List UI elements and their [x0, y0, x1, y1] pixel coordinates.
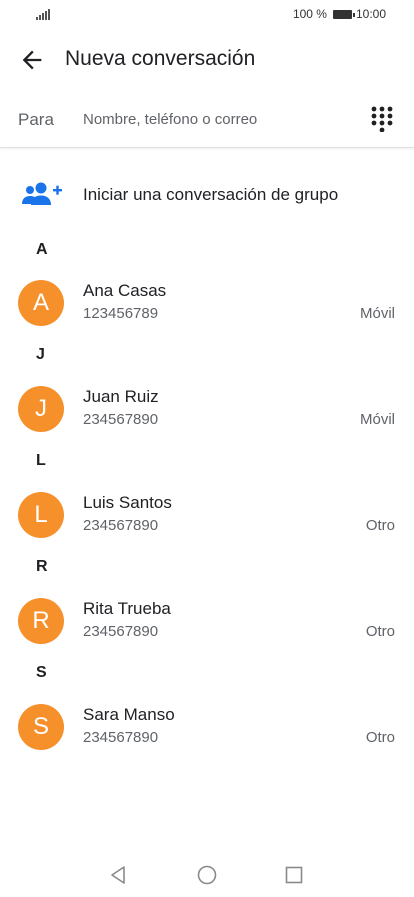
status-right: 100 % 10:00: [293, 7, 386, 21]
contact-name: Rita Trueba: [83, 599, 171, 618]
contact-name: Juan Ruiz: [83, 387, 159, 406]
contact-name: Luis Santos: [83, 493, 172, 512]
arrow-back-icon: [22, 50, 42, 70]
contact-number-type: Móvil: [359, 411, 395, 428]
home-circle-icon: [197, 865, 217, 885]
contact-number: 234567890: [83, 411, 159, 428]
contact-number: 234567890: [83, 729, 159, 746]
recipient-input[interactable]: [83, 106, 353, 132]
group-add-icon: [22, 182, 62, 205]
dialpad-button[interactable]: [371, 106, 393, 133]
contact-number-type: Otro: [365, 623, 395, 640]
recents-square-icon: [285, 866, 303, 884]
contact-number: 234567890: [83, 623, 159, 640]
start-group-conversation-button[interactable]: Iniciar una conversación de grupo: [0, 170, 414, 220]
group-conversation-label: Iniciar una conversación de grupo: [83, 185, 339, 204]
back-button[interactable]: [18, 46, 46, 74]
avatar: J: [18, 386, 64, 432]
nav-recents-button[interactable]: [283, 864, 305, 886]
recipient-row: Para: [0, 98, 414, 144]
page-title: Nueva conversación: [65, 47, 256, 70]
back-triangle-icon: [111, 866, 125, 884]
section-header-l: L: [36, 452, 46, 469]
signal-icon: [36, 8, 50, 20]
contact-item[interactable]: L Luis Santos 234567890 Otro: [0, 480, 414, 550]
contact-item[interactable]: R Rita Trueba 234567890 Otro: [0, 586, 414, 656]
nav-home-button[interactable]: [196, 864, 218, 886]
section-header-j: J: [36, 346, 45, 363]
avatar: S: [18, 704, 64, 750]
contact-number-type: Otro: [365, 729, 395, 746]
battery-icon: [332, 9, 355, 19]
avatar: A: [18, 280, 64, 326]
contact-item[interactable]: S Sara Manso 234567890 Otro: [0, 692, 414, 762]
avatar: L: [18, 492, 64, 538]
contact-number-type: Otro: [365, 517, 395, 534]
header-divider: [0, 147, 414, 148]
contact-item[interactable]: J Juan Ruiz 234567890 Móvil: [0, 374, 414, 444]
nav-back-button[interactable]: [107, 864, 129, 886]
section-header-r: R: [36, 558, 48, 575]
system-nav-bar: [0, 850, 414, 897]
dialpad-icon: [371, 106, 393, 133]
battery-percent: 100 %: [292, 7, 327, 21]
contact-number: 234567890: [83, 517, 159, 534]
app-bar: Nueva conversación: [0, 36, 414, 84]
contact-name: Sara Manso: [83, 705, 175, 724]
section-header-s: S: [36, 664, 47, 681]
status-time: 10:00: [355, 7, 386, 21]
status-bar: 100 % 10:00: [0, 0, 414, 28]
section-header-a: A: [36, 241, 48, 258]
contact-number: 123456789: [83, 305, 159, 322]
contact-name: Ana Casas: [83, 281, 167, 300]
avatar: R: [18, 598, 64, 644]
contact-item[interactable]: A Ana Casas 123456789 Móvil: [0, 268, 414, 338]
contact-number-type: Móvil: [359, 305, 395, 322]
to-label: Para: [18, 110, 54, 129]
